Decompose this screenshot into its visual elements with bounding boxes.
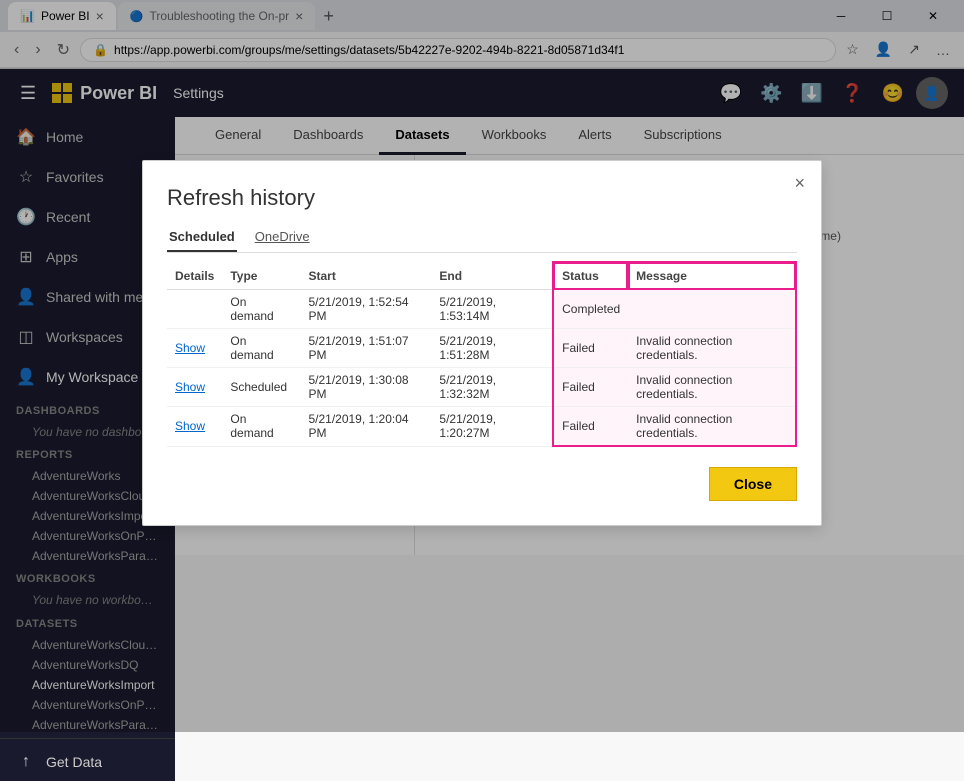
table-row: Show Scheduled 5/21/2019, 1:30:08 PM 5/2…: [167, 368, 796, 407]
col-type: Type: [222, 262, 300, 290]
modal-tab-scheduled[interactable]: Scheduled: [167, 223, 237, 252]
modal-tab-onedrive[interactable]: OneDrive: [253, 223, 312, 252]
row2-message: Invalid connection credentials.: [628, 329, 796, 368]
table-row: Show On demand 5/21/2019, 1:20:04 PM 5/2…: [167, 407, 796, 447]
row2-type: On demand: [222, 329, 300, 368]
row2-details[interactable]: Show: [167, 329, 222, 368]
modal-overlay: × Refresh history Scheduled OneDrive Det…: [0, 0, 964, 732]
sidebar-divider: [0, 738, 175, 739]
row2-start: 5/21/2019, 1:51:07 PM: [300, 329, 431, 368]
row1-details: [167, 290, 222, 329]
refresh-history-table: Details Type Start End Status Message On…: [167, 261, 797, 447]
close-modal-button[interactable]: Close: [709, 467, 797, 501]
row2-status: Failed: [553, 329, 628, 368]
row2-end: 5/21/2019, 1:51:28M: [431, 329, 553, 368]
modal-title: Refresh history: [167, 185, 797, 211]
row1-type: On demand: [222, 290, 300, 329]
row1-status: Completed: [553, 290, 628, 329]
row3-end: 5/21/2019, 1:32:32M: [431, 368, 553, 407]
row3-type: Scheduled: [222, 368, 300, 407]
row3-status: Failed: [553, 368, 628, 407]
col-start: Start: [300, 262, 431, 290]
col-status: Status: [553, 262, 628, 290]
row4-message: Invalid connection credentials.: [628, 407, 796, 447]
row3-details[interactable]: Show: [167, 368, 222, 407]
col-message: Message: [628, 262, 796, 290]
table-row: On demand 5/21/2019, 1:52:54 PM 5/21/201…: [167, 290, 796, 329]
getdata-icon: ↑: [16, 753, 36, 771]
row1-start: 5/21/2019, 1:52:54 PM: [300, 290, 431, 329]
col-end: End: [431, 262, 553, 290]
sidebar-item-getdata-label: Get Data: [46, 754, 102, 770]
row4-type: On demand: [222, 407, 300, 447]
row1-end: 5/21/2019, 1:53:14M: [431, 290, 553, 329]
col-details: Details: [167, 262, 222, 290]
table-header-row: Details Type Start End Status Message: [167, 262, 796, 290]
row3-start: 5/21/2019, 1:30:08 PM: [300, 368, 431, 407]
modal-tabs: Scheduled OneDrive: [167, 223, 797, 253]
table-row: Show On demand 5/21/2019, 1:51:07 PM 5/2…: [167, 329, 796, 368]
row4-details[interactable]: Show: [167, 407, 222, 447]
row4-status: Failed: [553, 407, 628, 447]
row3-message: Invalid connection credentials.: [628, 368, 796, 407]
modal-footer: Close: [167, 467, 797, 501]
refresh-history-modal: × Refresh history Scheduled OneDrive Det…: [142, 160, 822, 526]
sidebar-item-getdata[interactable]: ↑ Get Data: [0, 743, 175, 781]
row4-start: 5/21/2019, 1:20:04 PM: [300, 407, 431, 447]
row4-end: 5/21/2019, 1:20:27M: [431, 407, 553, 447]
row1-message: [628, 290, 796, 329]
modal-close-button[interactable]: ×: [794, 173, 805, 194]
